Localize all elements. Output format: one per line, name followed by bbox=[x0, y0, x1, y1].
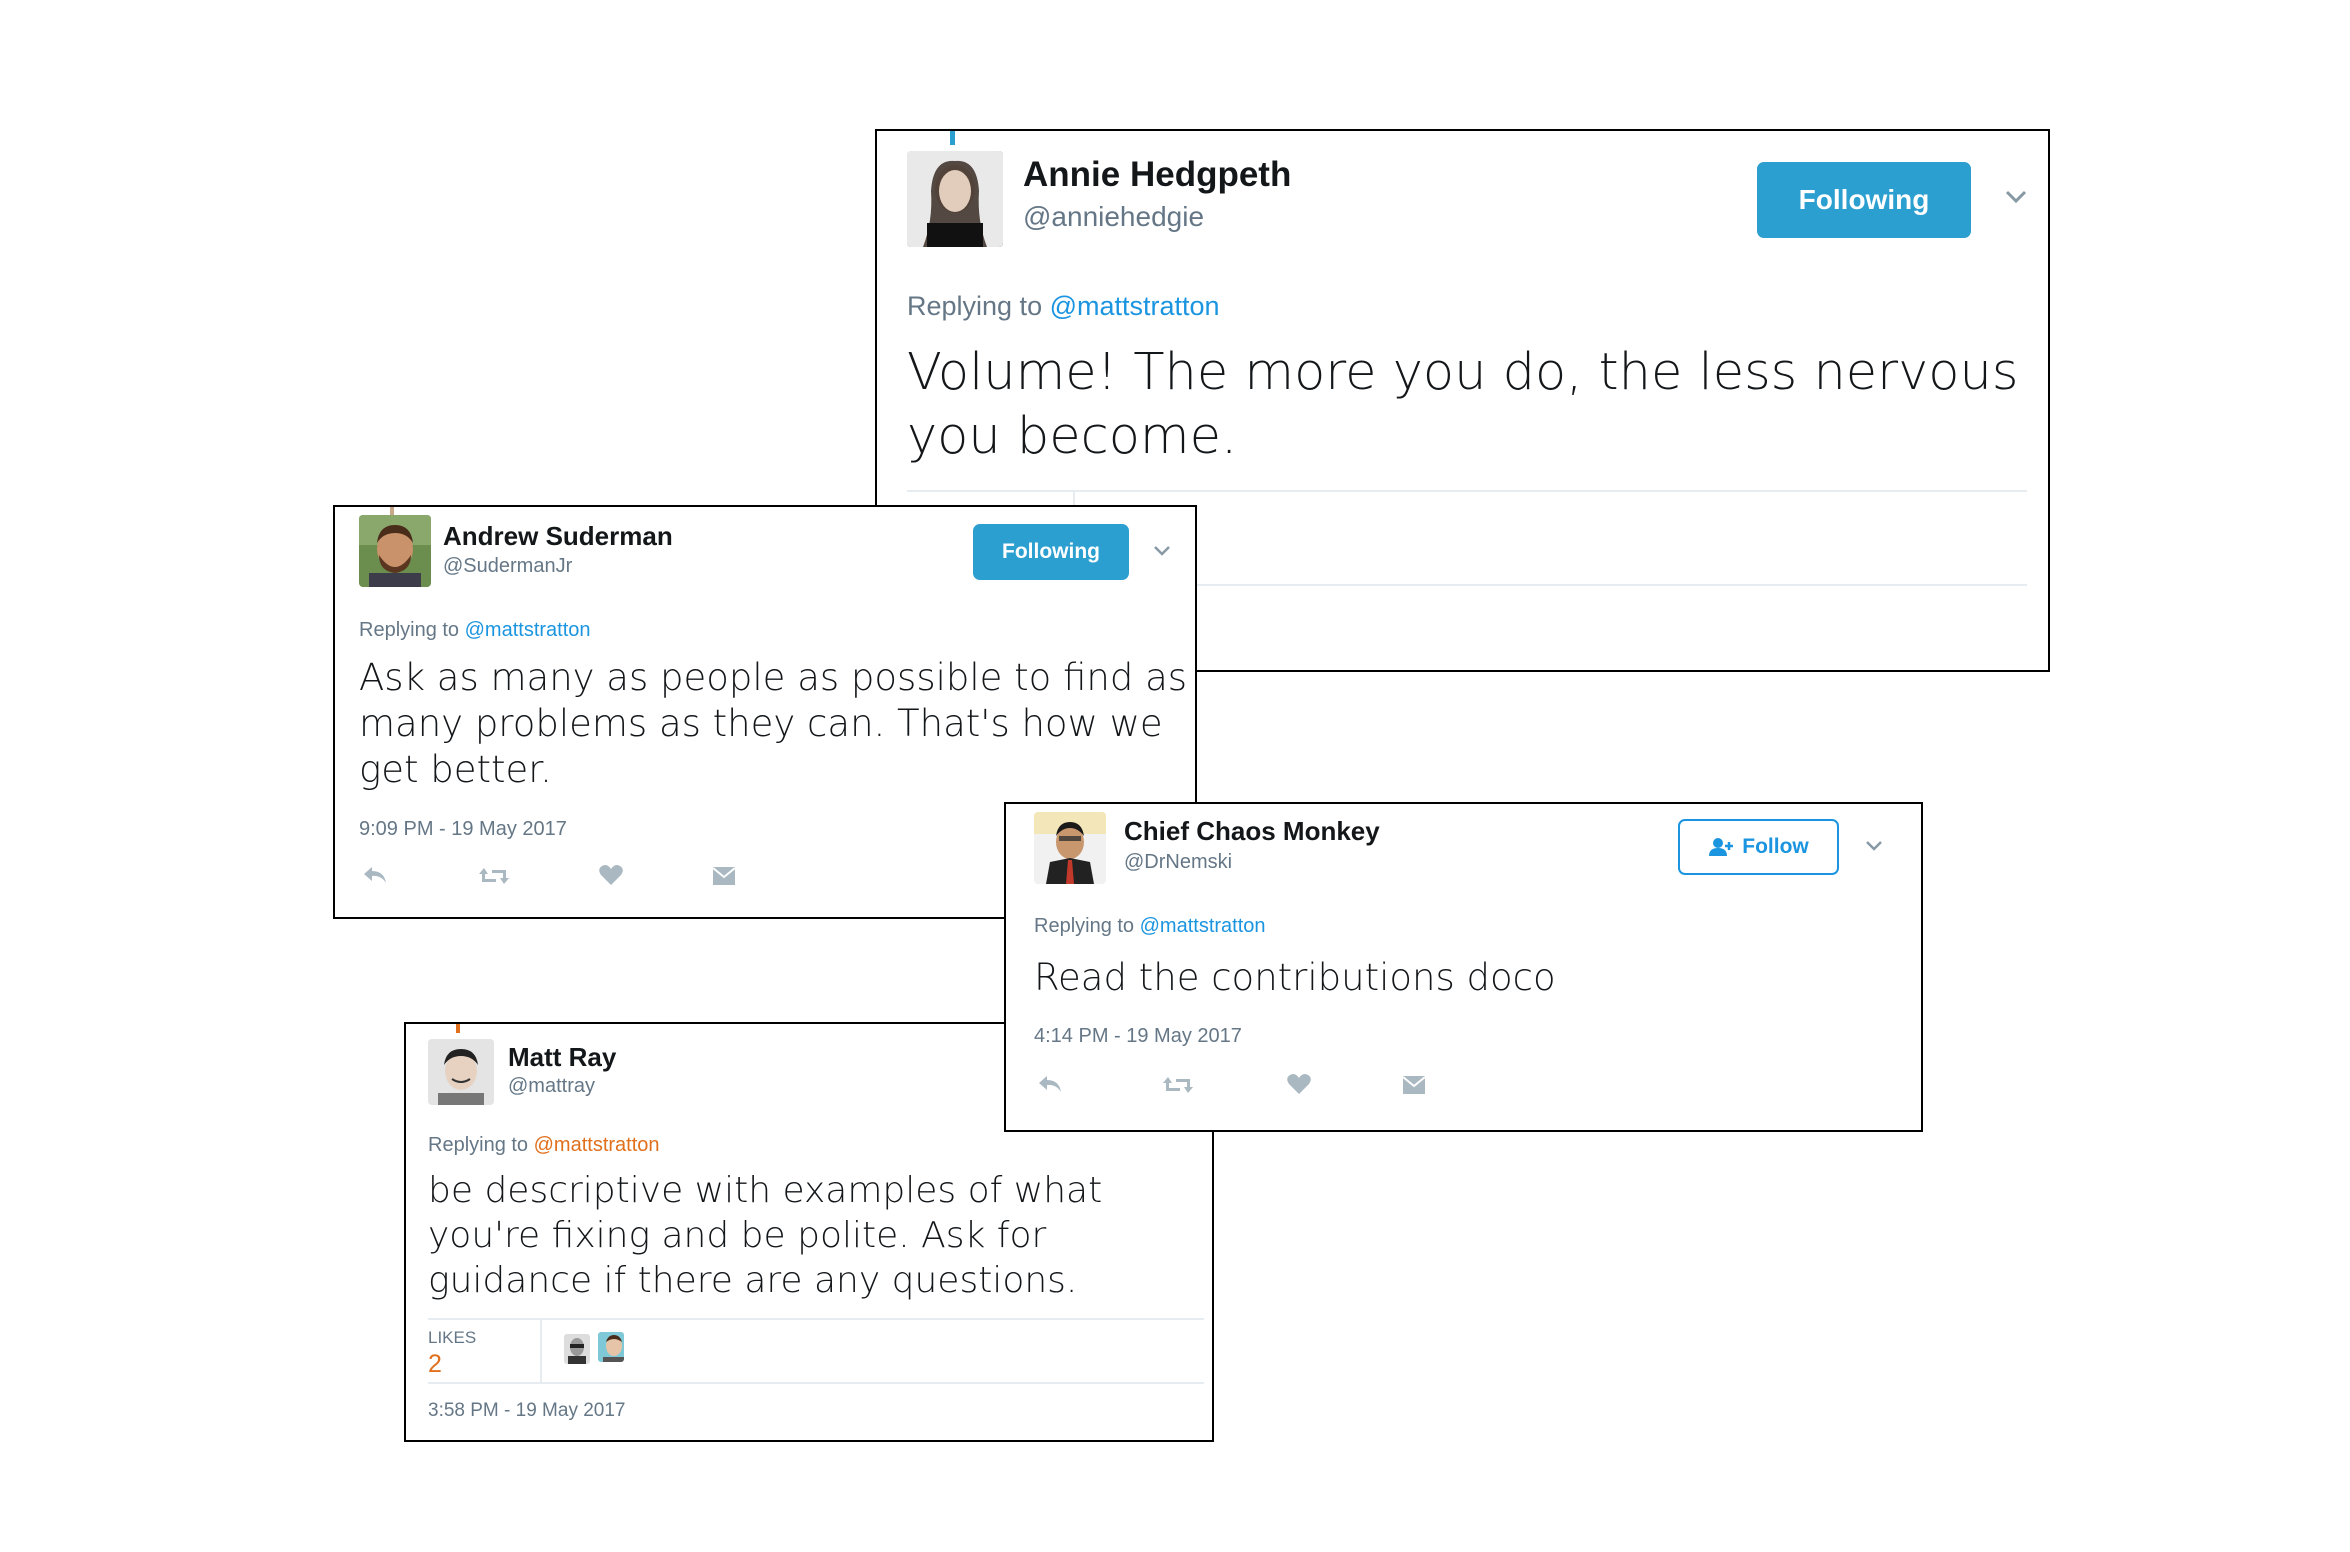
avatar-image bbox=[1034, 812, 1106, 884]
username[interactable]: @SudermanJr bbox=[443, 555, 572, 578]
avatar-image bbox=[428, 1039, 494, 1105]
message-icon[interactable] bbox=[711, 865, 737, 887]
divider bbox=[907, 490, 2027, 492]
mention-link[interactable]: @mattstratton bbox=[465, 619, 591, 641]
avatar[interactable] bbox=[428, 1039, 494, 1105]
replying-to: Replying to @mattstratton bbox=[359, 619, 591, 642]
tweet-text: Read the contributions doco bbox=[1034, 955, 1914, 1001]
tweet-text: Ask as many as people as possible to fin… bbox=[359, 655, 1189, 793]
tweet-text-content: be descriptive with examples of what you… bbox=[428, 1170, 1103, 1301]
replying-prefix: Replying to bbox=[1034, 915, 1140, 937]
likes-label: LIKES bbox=[428, 1328, 477, 1347]
tweet-text-content: Ask as many as people as possible to fin… bbox=[359, 656, 1188, 791]
tweet-text: be descriptive with examples of what you… bbox=[428, 1168, 1212, 1303]
likes-count[interactable]: 2 bbox=[428, 1350, 442, 1379]
thread-indicator bbox=[950, 131, 955, 145]
thread-indicator bbox=[456, 1024, 460, 1033]
timestamp[interactable]: 9:09 PM - 19 May 2017 bbox=[359, 818, 567, 841]
following-button[interactable]: Following bbox=[973, 524, 1129, 580]
replying-to: Replying to @mattstratton bbox=[428, 1134, 660, 1157]
display-name[interactable]: Chief Chaos Monkey bbox=[1124, 816, 1380, 847]
username[interactable]: @mattray bbox=[508, 1075, 595, 1098]
replying-to: Replying to @mattstratton bbox=[1034, 915, 1266, 938]
chevron-down-icon[interactable] bbox=[1153, 545, 1171, 557]
timestamp[interactable]: 3:58 PM - 19 May 2017 bbox=[428, 1400, 626, 1422]
like-icon[interactable] bbox=[1286, 1072, 1312, 1096]
divider bbox=[540, 1320, 542, 1382]
chevron-down-icon[interactable] bbox=[1865, 840, 1883, 852]
avatar[interactable] bbox=[907, 151, 1003, 247]
tweet-text: Volume! The more you do, the less nervou… bbox=[907, 341, 2037, 469]
mention-link[interactable]: @mattstratton bbox=[1050, 291, 1220, 321]
reply-icon[interactable] bbox=[1036, 1072, 1064, 1096]
retweet-icon[interactable] bbox=[478, 864, 510, 888]
username[interactable]: @DrNemski bbox=[1124, 851, 1232, 874]
display-name[interactable]: Andrew Suderman bbox=[443, 521, 673, 552]
timestamp[interactable]: 4:14 PM - 19 May 2017 bbox=[1034, 1025, 1242, 1048]
follow-button[interactable]: Follow bbox=[1678, 819, 1839, 875]
liker-avatar[interactable] bbox=[564, 1334, 590, 1364]
username[interactable]: @anniehedgie bbox=[1023, 201, 1204, 233]
tweet-text-content: Read the contributions doco bbox=[1034, 956, 1556, 999]
divider bbox=[428, 1318, 1204, 1320]
display-name[interactable]: Annie Hedgpeth bbox=[1023, 155, 1291, 195]
replying-prefix: Replying to bbox=[907, 291, 1050, 321]
display-name[interactable]: Matt Ray bbox=[508, 1042, 616, 1073]
divider bbox=[428, 1382, 1204, 1384]
reply-icon[interactable] bbox=[361, 863, 389, 887]
avatar[interactable] bbox=[359, 515, 431, 587]
chevron-down-icon[interactable] bbox=[2004, 189, 2028, 205]
liker-avatar[interactable] bbox=[598, 1332, 624, 1362]
replying-to: Replying to @mattstratton bbox=[907, 291, 1220, 322]
message-icon[interactable] bbox=[1401, 1074, 1427, 1096]
mention-link[interactable]: @mattstratton bbox=[534, 1134, 660, 1156]
following-button[interactable]: Following bbox=[1757, 162, 1971, 238]
replying-prefix: Replying to bbox=[428, 1134, 534, 1156]
replying-prefix: Replying to bbox=[359, 619, 465, 641]
retweet-icon[interactable] bbox=[1162, 1073, 1194, 1097]
avatar-image bbox=[907, 151, 1003, 247]
like-icon[interactable] bbox=[598, 863, 624, 887]
mention-link[interactable]: @mattstratton bbox=[1140, 915, 1266, 937]
avatar[interactable] bbox=[1034, 812, 1106, 884]
avatar-image bbox=[359, 515, 431, 587]
tweet-card-chief: Chief Chaos Monkey @DrNemski Follow Repl… bbox=[1004, 802, 1923, 1132]
follow-button-label: Follow bbox=[1742, 835, 1809, 858]
follow-person-icon bbox=[1709, 838, 1734, 856]
tweet-text-content: Volume! The more you do, the less nervou… bbox=[907, 343, 2019, 466]
